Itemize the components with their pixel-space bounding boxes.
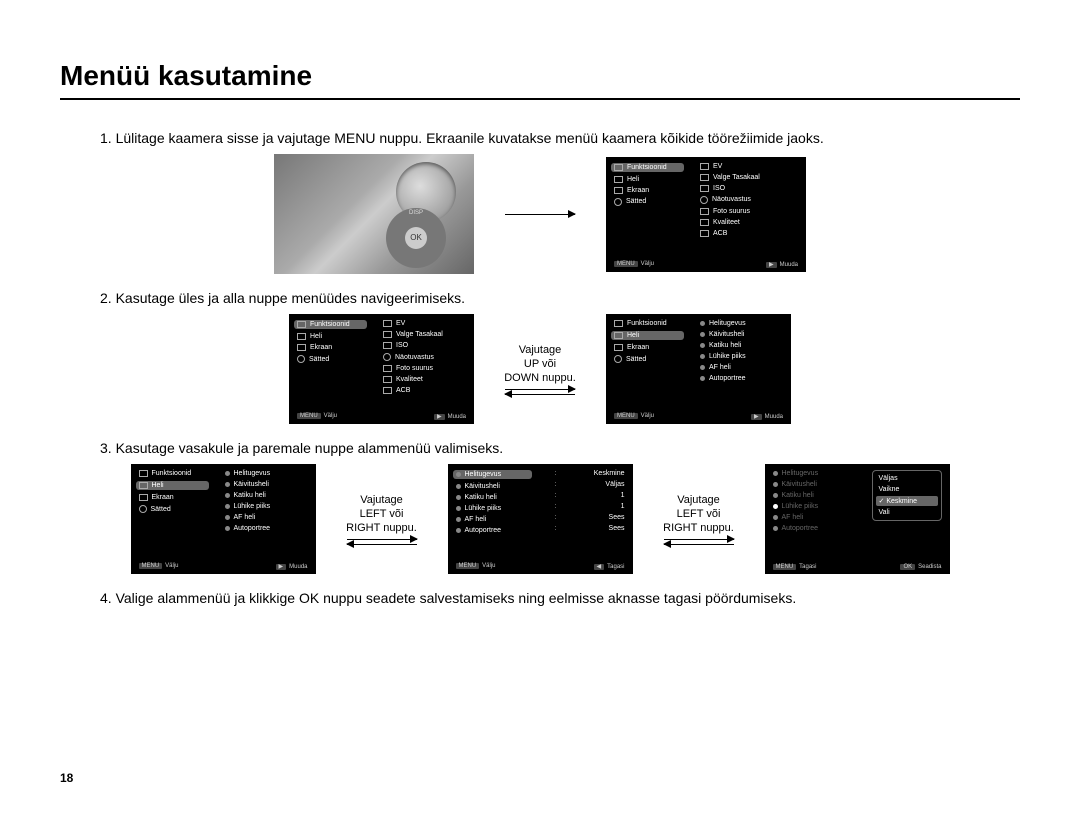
option-keskmine: Keskmine xyxy=(876,496,938,506)
arrow-label-lr: Vajutage LEFT või RIGHT nuppu. xyxy=(663,493,734,536)
option-vaikne: Vaikne xyxy=(876,485,938,494)
tab-heli: Heli xyxy=(297,333,367,340)
tab-satted: Sätted xyxy=(614,198,684,206)
lcd-screen-funktsioonid-2: Funktsioonid Heli Ekraan Sätted EV Valge… xyxy=(289,314,474,424)
tab-satted: Sätted xyxy=(297,355,367,363)
camera-hardware-photo: DISP OK xyxy=(274,154,474,274)
tab-satted: Sätted xyxy=(614,355,684,363)
values-column: :Keskmine :Väljas :1 :1 :Sees :Sees xyxy=(555,470,625,532)
display-icon xyxy=(614,187,623,194)
disp-label: DISP xyxy=(409,210,423,216)
tab-funktsioonid: Funktsioonid xyxy=(294,320,367,329)
step-1-text: 1. Lülitage kaamera sisse ja vajutage ME… xyxy=(60,130,1020,146)
item-kvaliteet: Kvaliteet xyxy=(700,219,798,226)
arrow-block-lr-1: Vajutage LEFT või RIGHT nuppu. xyxy=(332,493,432,546)
figure-row-1: DISP OK Funktsioonid Heli Ekraan Sätted … xyxy=(60,154,1020,274)
item-foto-suurus: Foto suurus xyxy=(700,208,798,215)
arrow-left-icon xyxy=(347,544,417,545)
camera-icon xyxy=(614,164,623,171)
tab-ekraan: Ekraan xyxy=(297,344,367,351)
item-valge-tasakaal: Valge Tasakaal xyxy=(700,174,798,181)
arrow-right-icon xyxy=(505,214,575,215)
lcd-screen-volume-options: Helitugevus Käivitusheli Katiku heli Lüh… xyxy=(765,464,950,574)
figure-row-3: Funktsioonid Heli Ekraan Sätted Helituge… xyxy=(60,464,1020,574)
arrow-label-lr: Vajutage LEFT või RIGHT nuppu. xyxy=(346,493,417,536)
lcd-footer: MENUVälju ▶Muuda xyxy=(614,261,798,268)
nav-pad: DISP OK xyxy=(386,208,446,268)
arrow-block-1 xyxy=(490,214,590,215)
tab-ekraan: Ekraan xyxy=(614,344,684,351)
lcd-screen-heli: Funktsioonid Heli Ekraan Sätted Helituge… xyxy=(606,314,791,424)
item-naotuvastus: Näotuvastus xyxy=(700,196,798,204)
ok-button: OK xyxy=(405,227,427,249)
tab-ekraan: Ekraan xyxy=(614,187,684,194)
option-vali: Vali xyxy=(876,508,938,517)
subitem-helitugevus: Helitugevus xyxy=(453,470,532,479)
tab-funktsioonid: Funktsioonid xyxy=(611,163,684,172)
sound-icon xyxy=(614,176,623,183)
arrow-left-icon xyxy=(664,544,734,545)
lcd-screen-heli-values: Helitugevus Käivitusheli Katiku heli Lüh… xyxy=(448,464,633,574)
arrow-block-lr-2: Vajutage LEFT või RIGHT nuppu. xyxy=(649,493,749,546)
item-acb: ACB xyxy=(700,230,798,237)
tab-funktsioonid: Funktsioonid xyxy=(614,320,684,327)
volume-options-popup: Väljas Vaikne Keskmine Vali xyxy=(872,470,942,521)
arrow-right-icon xyxy=(347,539,417,540)
item-helitugevus: Helitugevus xyxy=(700,320,783,327)
tab-heli: Heli xyxy=(614,176,684,183)
option-valjas: Väljas xyxy=(876,474,938,483)
value-helitugevus: Keskmine xyxy=(594,470,625,477)
step-2-text: 2. Kasutage üles ja alla nuppe menüüdes … xyxy=(60,290,1020,306)
lcd-screen-heli-2: Funktsioonid Heli Ekraan Sätted Helituge… xyxy=(131,464,316,574)
menu-items-column: EV Valge Tasakaal ISO Näotuvastus Foto s… xyxy=(700,163,798,247)
page-number: 18 xyxy=(60,771,73,785)
tab-heli: Heli xyxy=(611,331,684,340)
page-title: Menüü kasutamine xyxy=(60,60,1020,100)
step-4-text: 4. Valige alammenüü ja klikkige OK nuppu… xyxy=(60,590,1020,606)
gear-icon xyxy=(614,198,622,206)
arrow-right-icon xyxy=(664,539,734,540)
arrow-left-icon xyxy=(505,394,575,395)
arrow-right-icon xyxy=(505,389,575,390)
item-ev: EV xyxy=(700,163,798,170)
arrow-label-updown: Vajutage UP või DOWN nuppu. xyxy=(504,343,576,386)
lcd-screen-funktsioonid: Funktsioonid Heli Ekraan Sätted EV Valge… xyxy=(606,157,806,272)
item-iso: ISO xyxy=(700,185,798,192)
arrow-block-updown: Vajutage UP või DOWN nuppu. xyxy=(490,343,590,396)
menu-tabs-column: Funktsioonid Heli Ekraan Sätted xyxy=(614,163,684,247)
step-3-text: 3. Kasutage vasakule ja paremale nuppe a… xyxy=(60,440,1020,456)
figure-row-2: Funktsioonid Heli Ekraan Sätted EV Valge… xyxy=(60,314,1020,424)
